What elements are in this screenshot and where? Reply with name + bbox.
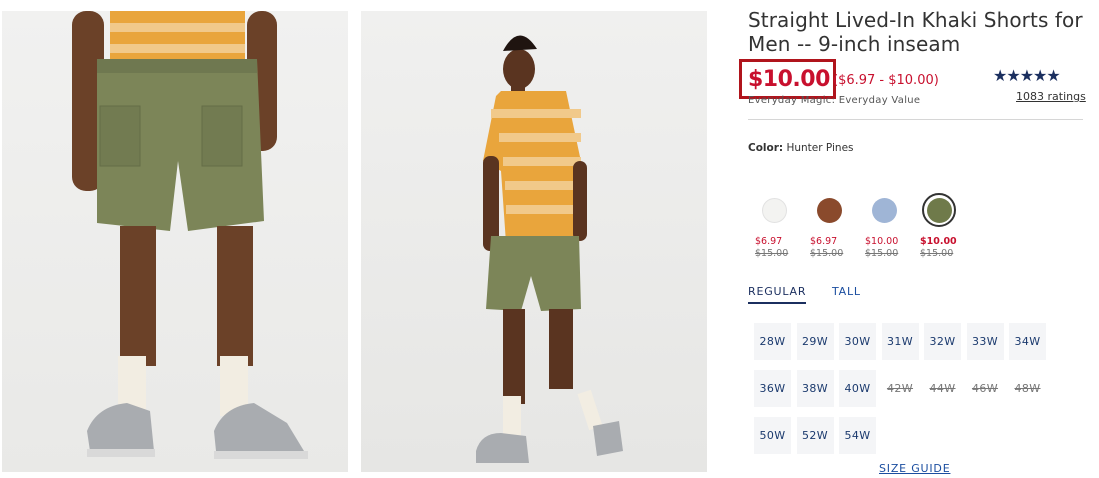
- rating-stars[interactable]: ★★★★★: [993, 66, 1061, 86]
- swatch-sale-price: $6.97: [810, 236, 838, 247]
- product-image-back[interactable]: [361, 11, 707, 472]
- size-button[interactable]: 34W: [1009, 323, 1046, 360]
- tab-regular[interactable]: REGULAR: [748, 285, 807, 304]
- swatch-original-price: $15.00: [920, 248, 954, 259]
- divider: [748, 119, 1083, 120]
- swatch-color-dot: [926, 197, 952, 223]
- swatch-color-dot: [816, 197, 842, 223]
- color-label-row: Color: Hunter Pines: [748, 142, 854, 154]
- swatch-color-dot: [871, 197, 897, 223]
- size-button-unavailable[interactable]: 44W: [924, 370, 961, 407]
- size-button[interactable]: 54W: [839, 417, 876, 454]
- model-front-illustration: [72, 11, 308, 459]
- price-tagline: Everyday Magic: Everyday Value: [748, 95, 921, 106]
- current-price: $10.00: [748, 67, 830, 92]
- size-button-unavailable[interactable]: 48W: [1009, 370, 1046, 407]
- tab-tall[interactable]: TALL: [832, 285, 861, 302]
- swatch-sale-price: $10.00: [920, 236, 957, 247]
- color-swatches: $6.97 $15.00 $6.97 $15.00 $10.00 $15.00 …: [755, 193, 975, 263]
- size-button[interactable]: 33W: [966, 323, 1004, 360]
- swatch-color-dot: [761, 197, 787, 223]
- size-button[interactable]: 36W: [754, 370, 791, 407]
- size-button-unavailable[interactable]: 42W: [881, 370, 919, 407]
- color-label: Color:: [748, 142, 784, 154]
- size-button[interactable]: 38W: [796, 370, 834, 407]
- size-button[interactable]: 29W: [796, 323, 834, 360]
- ratings-link[interactable]: 1083 ratings: [1016, 90, 1086, 103]
- size-button[interactable]: 30W: [839, 323, 876, 360]
- product-title: Straight Lived-In Khaki Shorts for Men -…: [748, 8, 1083, 56]
- price-range: ($6.97 - $10.00): [833, 73, 939, 88]
- size-button[interactable]: 32W: [924, 323, 961, 360]
- swatch-sale-price: $6.97: [755, 236, 783, 247]
- swatch-button[interactable]: [757, 193, 791, 227]
- selected-color-name: Hunter Pines: [786, 142, 854, 154]
- size-button[interactable]: 28W: [754, 323, 791, 360]
- swatch-button[interactable]: [867, 193, 901, 227]
- size-button[interactable]: 50W: [754, 417, 791, 454]
- swatch-original-price: $15.00: [810, 248, 844, 259]
- size-button[interactable]: 40W: [839, 370, 876, 407]
- swatch-original-price: $15.00: [865, 248, 899, 259]
- swatch-original-price: $15.00: [755, 248, 789, 259]
- product-info-panel: Straight Lived-In Khaki Shorts for Men -…: [739, 0, 1088, 478]
- model-back-illustration: [476, 35, 623, 463]
- swatch-button[interactable]: [922, 193, 956, 227]
- swatch-sale-price: $10.00: [865, 236, 899, 247]
- size-button-unavailable[interactable]: 46W: [966, 370, 1004, 407]
- size-guide-link[interactable]: SIZE GUIDE: [879, 462, 950, 475]
- size-button[interactable]: 31W: [881, 323, 919, 360]
- product-image-front[interactable]: [2, 11, 348, 472]
- size-button[interactable]: 52W: [796, 417, 834, 454]
- swatch-button[interactable]: [812, 193, 846, 227]
